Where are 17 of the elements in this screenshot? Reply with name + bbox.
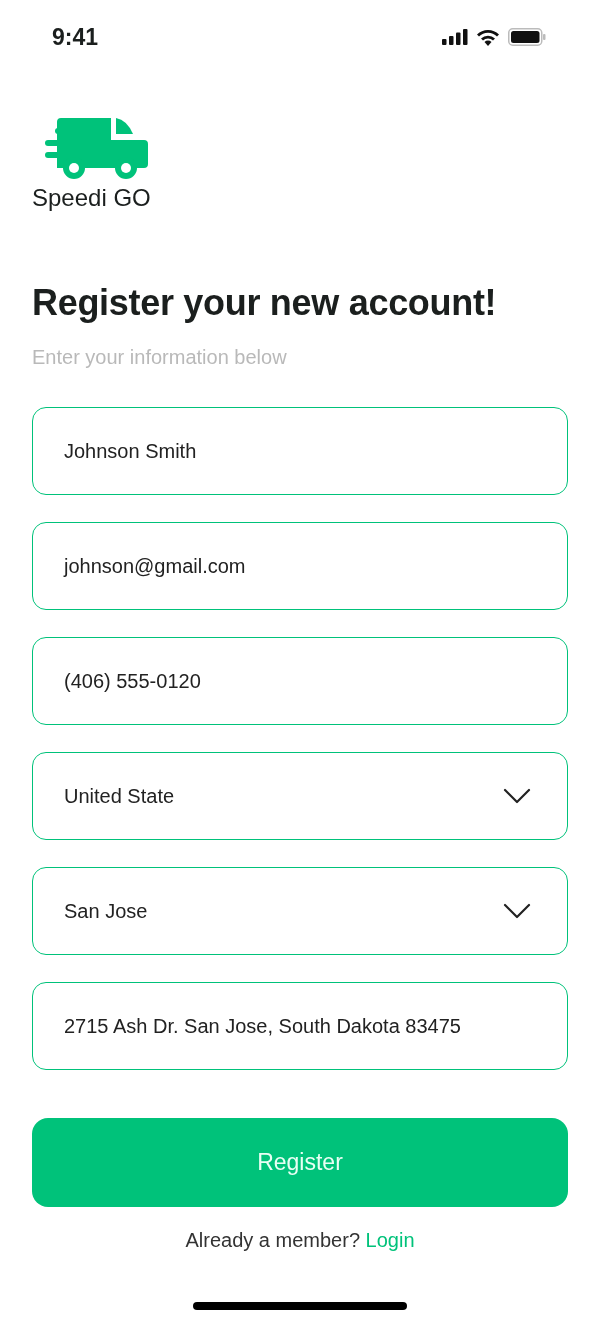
input-field[interactable]: johnson@gmail.com xyxy=(32,522,568,610)
page-heading: Register your new account! xyxy=(32,282,498,324)
input-field[interactable]: Johnson Smith xyxy=(32,407,568,495)
status-time: 9:41 xyxy=(52,23,99,51)
truck-icon xyxy=(45,118,149,180)
input-field[interactable]: 2715 Ash Dr. San Jose, South Dakota 83475 xyxy=(32,982,568,1070)
chevron-down-icon xyxy=(503,788,531,804)
battery-icon xyxy=(508,28,546,46)
dropdown-field[interactable]: United State xyxy=(32,752,568,840)
signal-icon xyxy=(442,29,468,45)
input-field[interactable]: (406) 555-0120 xyxy=(32,637,568,725)
chevron-down-icon xyxy=(503,903,531,919)
page-subtitle: Enter your information below xyxy=(32,346,288,369)
dropdown-field[interactable]: San Jose xyxy=(32,867,568,955)
brand-name: Speedi GO xyxy=(32,184,151,212)
wifi-icon xyxy=(476,28,500,46)
login-prompt: Already a member? Login xyxy=(184,1229,416,1252)
